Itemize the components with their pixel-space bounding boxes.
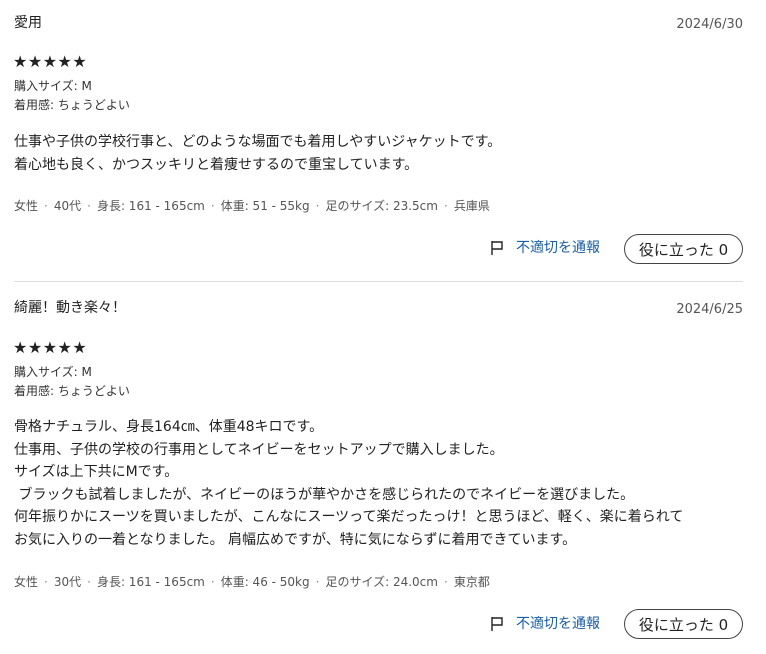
- review-date: 2024/6/25: [676, 302, 743, 317]
- reviewer-age: 40代: [53, 199, 82, 213]
- reviewer-weight: 体重: 51 - 55kg: [220, 199, 310, 213]
- helpful-button[interactable]: 役に立った 0: [624, 234, 743, 264]
- review-divider: [14, 281, 743, 282]
- separator: ·: [210, 575, 215, 589]
- reviewer-foot-size: 足のサイズ: 23.5cm: [325, 199, 438, 213]
- reviewer-gender: 女性: [14, 199, 39, 213]
- review-date: 2024/6/30: [676, 17, 743, 32]
- report-label: 不適切を通報: [516, 616, 600, 632]
- review-title: 綺麗！動き楽々！: [14, 300, 126, 316]
- report-link[interactable]: 不適切を通報: [490, 239, 600, 257]
- separator: ·: [87, 575, 91, 589]
- reviewer-region: 東京都: [453, 575, 490, 589]
- fit-rating: 着用感: ちょうどよい: [14, 384, 130, 398]
- reviewer-region: 兵庫県: [453, 199, 490, 213]
- review-title: 愛用: [14, 15, 42, 31]
- separator: ·: [210, 199, 215, 213]
- purchase-size: 購入サイズ: M: [14, 79, 92, 93]
- review-body: 骨格ナチュラル、身長164㎝、体重48キロです。 仕事用、子供の学校の行事用とし…: [14, 419, 684, 548]
- reviewer-foot-size: 足のサイズ: 24.0cm: [325, 575, 438, 589]
- separator: ·: [44, 199, 48, 213]
- helpful-button[interactable]: 役に立った 0: [624, 609, 743, 639]
- report-label: 不適切を通報: [516, 240, 600, 256]
- separator: ·: [315, 199, 320, 213]
- separator: ·: [44, 575, 48, 589]
- separator: ·: [87, 199, 91, 213]
- separator: ·: [443, 199, 448, 213]
- reviewer-age: 30代: [53, 575, 82, 589]
- reviewer-height: 身長: 161 - 165cm: [96, 575, 205, 589]
- purchase-size: 購入サイズ: M: [14, 365, 92, 379]
- star-rating: ★★★★★: [13, 52, 88, 71]
- review-card: 愛用 2024/6/30 ★★★★★ 購入サイズ: M 着用感: ちょうどよい …: [13, 0, 743, 281]
- review-body: 仕事や子供の学校行事と、どのような場面でも着用しやすいジャケットです。 着心地も…: [14, 134, 502, 173]
- star-rating: ★★★★★: [13, 338, 88, 357]
- flag-icon: [491, 241, 503, 255]
- reviewer-profile: 女性 · 40代 · 身長: 161 - 165cm · 体重: 51 - 55kg · 足のサ…: [14, 197, 490, 215]
- separator: ·: [315, 575, 320, 589]
- report-link[interactable]: 不適切を通報: [490, 615, 600, 633]
- reviewer-gender: 女性: [14, 575, 39, 589]
- reviewer-profile: 女性 · 30代 · 身長: 161 - 165cm · 体重: 46 - 50kg · 足のサ…: [14, 573, 490, 591]
- separator: ·: [443, 575, 448, 589]
- reviewer-height: 身長: 161 - 165cm: [96, 199, 205, 213]
- review-card: 綺麗！動き楽々！ 2024/6/25 ★★★★★ 購入サイズ: M 着用感: ち…: [13, 285, 743, 654]
- reviewer-weight: 体重: 46 - 50kg: [220, 575, 310, 589]
- flag-icon: [491, 617, 503, 631]
- fit-rating: 着用感: ちょうどよい: [14, 98, 130, 112]
